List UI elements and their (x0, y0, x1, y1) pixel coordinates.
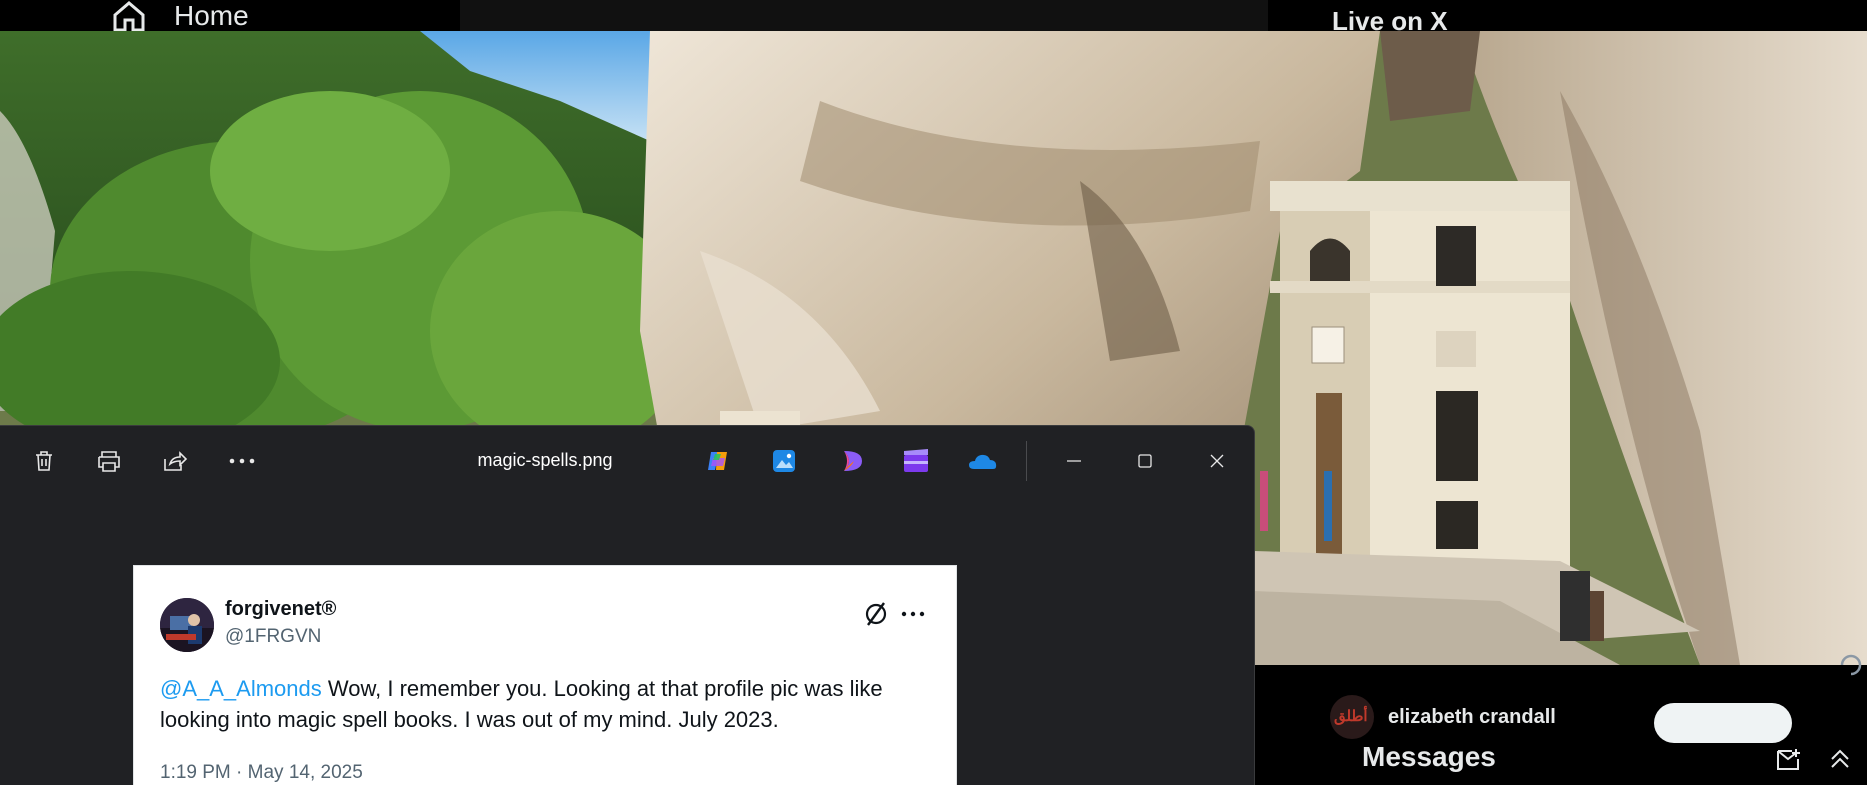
tweet-text: @A_A_Almonds Wow, I remember you. Lookin… (160, 673, 920, 735)
nav-home-label: Home (174, 0, 249, 31)
more-options-button[interactable] (224, 443, 260, 479)
follow-button[interactable] (1654, 703, 1792, 743)
messages-label[interactable]: Messages (1362, 741, 1496, 773)
designer-icon (844, 451, 862, 471)
share-icon (164, 451, 188, 471)
viewer-toolbar: magic-spells.png (0, 426, 1254, 496)
delete-button[interactable] (26, 443, 62, 479)
clipchamp-button[interactable] (898, 443, 934, 479)
messages-actions (1776, 747, 1852, 771)
expand-icon[interactable] (1828, 747, 1852, 771)
maximize-button[interactable] (1127, 443, 1163, 479)
onedrive-button[interactable] (964, 443, 1000, 479)
tweet-avatar (160, 598, 214, 652)
x-right-sidebar: أطلق elizabeth crandall Messages (1254, 665, 1867, 784)
tweet-card: forgivenet® @1FRGVN @A_A_Almonds Wow, I … (133, 565, 957, 785)
grok-icon (865, 602, 887, 626)
clipchamp-icon (904, 449, 928, 472)
onedrive-icon (969, 454, 997, 469)
tweet-mention: @A_A_Almonds (160, 676, 322, 701)
tweet-timestamp: 1:19 PM · May 14, 2025 (160, 762, 363, 783)
photos-icon (773, 450, 795, 472)
suggestion-avatar[interactable]: أطلق (1330, 695, 1374, 739)
media-top-strip (460, 0, 1268, 31)
who-to-follow-item[interactable]: أطلق elizabeth crandall (1330, 695, 1556, 739)
close-button[interactable] (1199, 443, 1235, 479)
suggestion-name[interactable]: elizabeth crandall (1388, 706, 1556, 729)
tweet-more-icon (901, 611, 925, 617)
nav-home[interactable]: Home (112, 0, 249, 31)
copilot-icon (708, 452, 727, 470)
tweet-display-name: forgivenet® (225, 598, 337, 620)
home-icon (113, 0, 145, 31)
refresh-icon[interactable] (1838, 652, 1864, 678)
print-button[interactable] (91, 443, 127, 479)
designer-button[interactable] (834, 443, 870, 479)
close-icon (1210, 454, 1224, 468)
toolbar-separator (1026, 441, 1027, 481)
share-button[interactable] (157, 443, 193, 479)
new-message-icon[interactable] (1776, 747, 1802, 771)
tweet-handle: @1FRGVN (225, 626, 322, 647)
photos-viewer-window: magic-spells.png forgivenet® @1FRGVN @A_… (0, 425, 1255, 785)
minimize-icon (1067, 460, 1081, 462)
suggestion-avatar-text: أطلق (1334, 708, 1368, 725)
more-icon (229, 458, 255, 464)
delete-icon (36, 451, 52, 471)
maximize-icon (1138, 454, 1152, 468)
minimize-button[interactable] (1056, 443, 1092, 479)
file-name: magic-spells.png (477, 450, 613, 470)
print-icon (98, 451, 120, 472)
copilot-button[interactable] (700, 443, 736, 479)
photos-app-button[interactable] (766, 443, 802, 479)
